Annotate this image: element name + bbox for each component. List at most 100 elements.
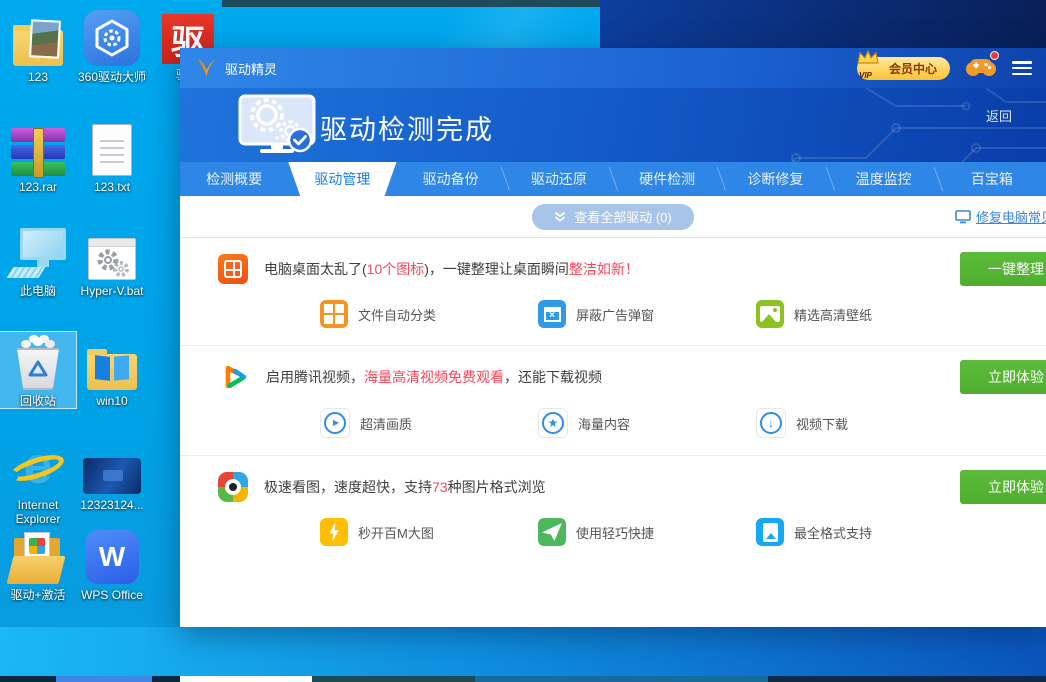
- icon-label: 123.rar: [18, 180, 58, 194]
- promo-tencent-video: 启用腾讯视频，海量高清视频免费观看，还能下载视频 ▶ 超清画质 ★ 海量内容 ↓…: [180, 345, 1046, 455]
- headline-text-red: 整洁如新！: [568, 261, 639, 277]
- feature-item: ↓ 视频下载: [756, 408, 974, 438]
- try-now-button[interactable]: 立即体验: [960, 470, 1046, 504]
- wps-logo-icon: W: [85, 530, 139, 584]
- hd-quality-icon: ▶: [320, 408, 350, 438]
- fix-common-problems-link[interactable]: 修复电脑常见: [955, 207, 1046, 226]
- feature-list: ▶ 超清画质 ★ 海量内容 ↓ 视频下载: [320, 408, 1046, 438]
- promo-headline-row: 启用腾讯视频，海量高清视频免费观看，还能下载视频: [218, 361, 1046, 393]
- feature-label: 超清画质: [360, 416, 413, 432]
- taskbar-segment: [312, 676, 475, 682]
- banner-title: 驱动检测完成: [320, 115, 494, 145]
- view-all-drivers-button[interactable]: 查看全部驱动 (0): [532, 203, 694, 230]
- icon-label: 此电脑: [19, 284, 56, 298]
- desktop-icon-hyperv-bat[interactable]: Hyper-V.bat: [74, 222, 150, 298]
- desktop-icon-123[interactable]: 123: [0, 8, 76, 84]
- vip-center-button[interactable]: VIP 会员中心: [856, 48, 950, 80]
- try-now-button[interactable]: 立即体验: [960, 360, 1046, 394]
- file-classify-icon: [320, 300, 348, 328]
- ie-logo-icon: e: [7, 438, 68, 494]
- headline-text: 极速看图，速度超快，支持: [264, 479, 432, 495]
- promo-headline-row: 极速看图，速度超快，支持73种图片格式浏览: [218, 471, 1046, 503]
- taskbar-segment: [768, 676, 1046, 682]
- icon-label: 123: [27, 70, 49, 84]
- desktop-icon-123-rar[interactable]: 123.rar: [0, 118, 76, 194]
- headline-text: 启用腾讯视频，: [266, 369, 364, 385]
- feature-item: × 屏蔽广告弹窗: [538, 300, 756, 328]
- tab-toolbox[interactable]: 百宝箱: [938, 162, 1046, 196]
- feature-item: 精选高清壁纸: [756, 300, 974, 328]
- desktop-screen: 123 360驱动大师 驱 驱动 123.rar 123.txt 此电脑 Hyp…: [0, 0, 1046, 682]
- crown-icon: [857, 48, 879, 64]
- vip-label: 会员中心: [888, 61, 937, 76]
- desktop-icon-win10[interactable]: win10: [74, 332, 150, 408]
- back-link[interactable]: 返回: [986, 106, 1012, 125]
- computer-monitor-icon: [6, 228, 66, 280]
- result-banner: 驱动检测完成 返回: [180, 88, 1046, 202]
- lightning-icon: [320, 518, 348, 546]
- feature-item: 使用轻巧快捷: [538, 518, 756, 546]
- tab-driver-management[interactable]: 驱动管理: [288, 162, 396, 196]
- app-brand: 驱动精灵: [194, 56, 277, 80]
- open-folder-icon: [6, 532, 66, 584]
- background-window-header: [600, 0, 1046, 48]
- tab-overview[interactable]: 检测概要: [180, 162, 288, 196]
- desktop-icon-wps-office[interactable]: W WPS Office: [74, 526, 150, 602]
- brand-name: 驱动精灵: [225, 61, 278, 77]
- desktop-icon-recycle-bin[interactable]: 回收站: [0, 331, 77, 409]
- feature-label: 使用轻巧快捷: [576, 525, 655, 541]
- promo-image-viewer: 极速看图，速度超快，支持73种图片格式浏览 秒开百M大图 使用轻巧快捷 最全格式…: [180, 455, 1046, 563]
- feature-item: ★ 海量内容: [538, 408, 756, 438]
- folder-icon: [13, 19, 63, 66]
- desktop-icon-video-file[interactable]: 12323124...: [74, 436, 150, 512]
- headline-text: 电脑桌面太乱了(: [264, 261, 367, 277]
- promo-desktop-organizer: 电脑桌面太乱了(10个图标)，一键整理让桌面瞬间整洁如新！ 文件自动分类 × 屏…: [180, 238, 1046, 345]
- recycle-bin-icon: [10, 332, 66, 390]
- hexagon-gear-icon: [84, 10, 140, 66]
- desktop-icon-driver-activation[interactable]: 驱动+激活: [0, 526, 76, 602]
- promo-headline: 启用腾讯视频，海量高清视频免费观看，还能下载视频: [266, 367, 602, 387]
- header-controls: VIP 会员中心: [856, 48, 1032, 82]
- tab-driver-backup[interactable]: 驱动备份: [397, 162, 505, 196]
- one-key-organize-button[interactable]: 一键整理: [960, 252, 1046, 286]
- fix-link-label: 修复电脑常见: [975, 210, 1046, 225]
- feature-label: 精选高清壁纸: [794, 307, 873, 323]
- tab-temperature-monitor[interactable]: 温度监控: [830, 162, 938, 196]
- menu-icon[interactable]: [1012, 61, 1032, 75]
- tab-diagnose-repair[interactable]: 诊断修复: [721, 162, 829, 196]
- desktop-icon-internet-explorer[interactable]: e Internet Explorer: [0, 436, 76, 526]
- feature-item: 文件自动分类: [320, 300, 538, 328]
- tab-bar: 检测概要 驱动管理 驱动备份 驱动还原 硬件检测 诊断修复 温度监控 百宝箱: [180, 162, 1046, 196]
- batch-file-gears-icon: [88, 238, 136, 280]
- desktop-icon-this-pc[interactable]: 此电脑: [0, 222, 76, 298]
- game-center-icon[interactable]: [966, 50, 999, 82]
- headline-text-red: 海量高清视频免费观看: [364, 369, 504, 385]
- desktop-icon-123-txt[interactable]: 123.txt: [74, 118, 150, 194]
- headline-text: )，一键整理让桌面瞬间: [424, 261, 569, 277]
- headline-text-red: 73: [432, 479, 448, 495]
- monitor-icon: [955, 209, 971, 223]
- paper-plane-icon: [538, 518, 566, 546]
- tab-driver-restore[interactable]: 驱动还原: [505, 162, 613, 196]
- photo-thumbnail: [29, 19, 61, 59]
- app-header: 驱动精灵 VIP 会员中心: [180, 48, 1046, 88]
- icon-label: 123.txt: [93, 180, 131, 194]
- feature-label: 最全格式支持: [794, 525, 873, 541]
- wallpaper-bottom-band: [0, 627, 1046, 676]
- content-area: 查看全部驱动 (0) 修复电脑常见 电脑桌面太乱了(10个图标)，一键整理让桌面…: [180, 196, 1046, 627]
- promo-headline: 电脑桌面太乱了(10个图标)，一键整理让桌面瞬间整洁如新！: [264, 259, 639, 279]
- icon-label: win10: [96, 394, 128, 408]
- feature-label: 海量内容: [578, 416, 631, 432]
- desktop-icon-360-driver-master[interactable]: 360驱动大师: [74, 8, 150, 84]
- wallpaper-icon: [756, 300, 784, 328]
- headline-text-red: 10个图标: [366, 261, 425, 277]
- taskbar[interactable]: [0, 676, 1046, 682]
- driver-toolbar: 查看全部驱动 (0) 修复电脑常见: [180, 196, 1046, 238]
- icon-label: 12323124...: [80, 498, 144, 512]
- video-thumbnail-icon: [83, 458, 141, 494]
- promo-headline-row: 电脑桌面太乱了(10个图标)，一键整理让桌面瞬间整洁如新！: [218, 253, 1046, 285]
- view-all-label: 查看全部驱动 (0): [574, 210, 672, 225]
- tab-hardware-detect[interactable]: 硬件检测: [613, 162, 721, 196]
- feature-item: 秒开百M大图: [320, 518, 538, 546]
- feature-label: 屏蔽广告弹窗: [576, 307, 655, 323]
